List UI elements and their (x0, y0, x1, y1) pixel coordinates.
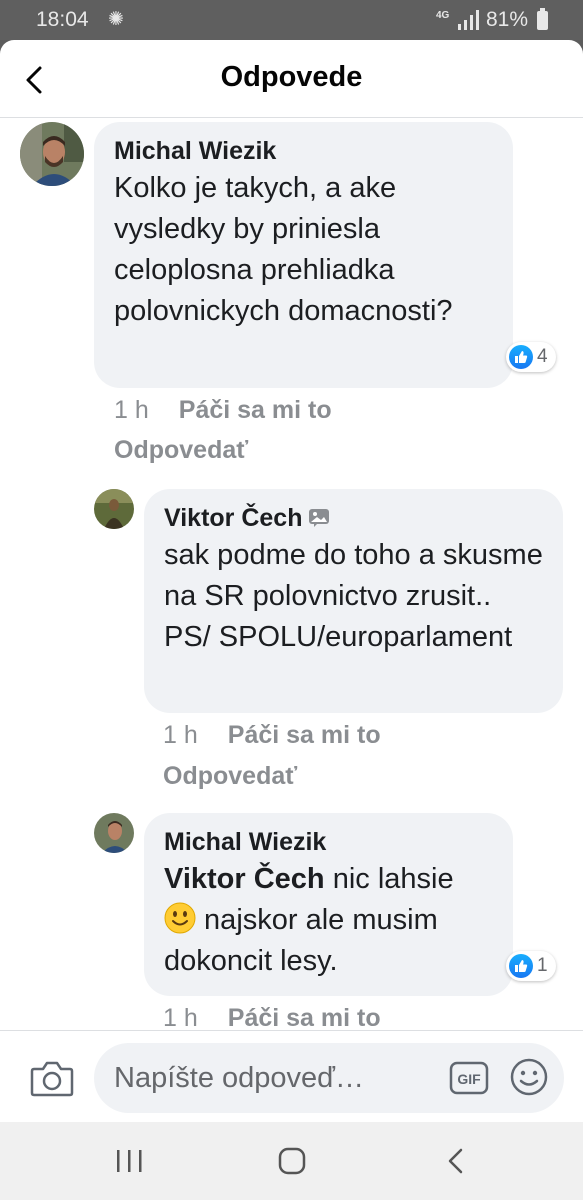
comment-meta: 1 h Páči sa mi to (114, 393, 332, 427)
signal-icon (458, 10, 479, 30)
comment-time: 1 h (163, 721, 198, 749)
comment-text: sak podme do toho a skusme na SR polovni… (164, 539, 543, 653)
comment-author-name: Viktor Čech (164, 504, 303, 532)
like-icon (509, 954, 533, 978)
emoji-icon[interactable] (509, 1057, 549, 1097)
smiley-emoji-icon (164, 902, 196, 934)
status-bar: 18:04 ✺ 4G 81% (0, 0, 583, 40)
reply-composer: GIF (0, 1030, 583, 1122)
page-title: Odpovede (220, 61, 363, 93)
like-link[interactable]: Páči sa mi to (179, 396, 332, 424)
comment-author[interactable]: Michal Wiezik (114, 134, 493, 168)
reply-link[interactable]: Odpovedať (114, 436, 248, 465)
like-icon (509, 345, 533, 369)
battery-icon (537, 8, 548, 30)
comment-image-icon (309, 509, 330, 527)
like-link[interactable]: Páči sa mi to (228, 1004, 381, 1032)
nav-home-icon[interactable] (277, 1146, 307, 1176)
reply-input[interactable] (94, 1043, 564, 1113)
comment-meta: 1 h Páči sa mi to (163, 718, 381, 752)
comment-text-part: nic lahsie (324, 863, 454, 895)
header: Odpovede (0, 40, 583, 118)
system-nav-bar (0, 1122, 583, 1200)
avatar[interactable] (20, 122, 84, 186)
reaction-badge[interactable]: 1 (506, 951, 556, 981)
comment-author[interactable]: Michal Wiezik (164, 825, 493, 859)
comment-bubble[interactable]: Michal Wiezik Viktor Čech nic lahsie naj… (144, 813, 513, 996)
avatar[interactable] (94, 489, 134, 529)
camera-icon[interactable] (30, 1059, 74, 1097)
reaction-count: 4 (537, 346, 548, 367)
comment-text: Kolko je takych, a ake vysledky by prini… (114, 172, 453, 327)
battery-percent: 81% (486, 8, 529, 31)
status-time: 18:04 (36, 8, 89, 31)
reaction-count: 1 (537, 955, 548, 976)
comment-bubble[interactable]: Michal Wiezik Kolko je takych, a ake vys… (94, 122, 513, 388)
gif-label: GIF (457, 1071, 481, 1087)
avatar[interactable] (94, 813, 134, 853)
mention-link[interactable]: Viktor Čech (164, 863, 325, 895)
gif-icon[interactable]: GIF (449, 1059, 489, 1097)
reaction-badge[interactable]: 4 (506, 342, 556, 372)
replies-sheet: Odpovede Michal Wiezik Kolko je takych, … (0, 40, 583, 1122)
notification-icon: ✺ (108, 9, 124, 30)
nav-back-icon[interactable] (444, 1146, 468, 1176)
comment-time: 1 h (114, 396, 149, 424)
comment-time: 1 h (163, 1004, 198, 1032)
reply-link[interactable]: Odpovedať (163, 762, 297, 791)
network-type: 4G (436, 10, 450, 21)
comment-bubble[interactable]: Viktor Čech sak podme do toho a skusme n… (144, 489, 563, 713)
nav-recent-icon[interactable] (112, 1148, 146, 1174)
comment-author[interactable]: Viktor Čech (164, 501, 543, 535)
comment-text-part: najskor ale musim dokoncit lesy. (164, 904, 438, 977)
comment-text: Viktor Čech nic lahsie najskor ale musim… (164, 859, 493, 982)
like-link[interactable]: Páči sa mi to (228, 721, 381, 749)
